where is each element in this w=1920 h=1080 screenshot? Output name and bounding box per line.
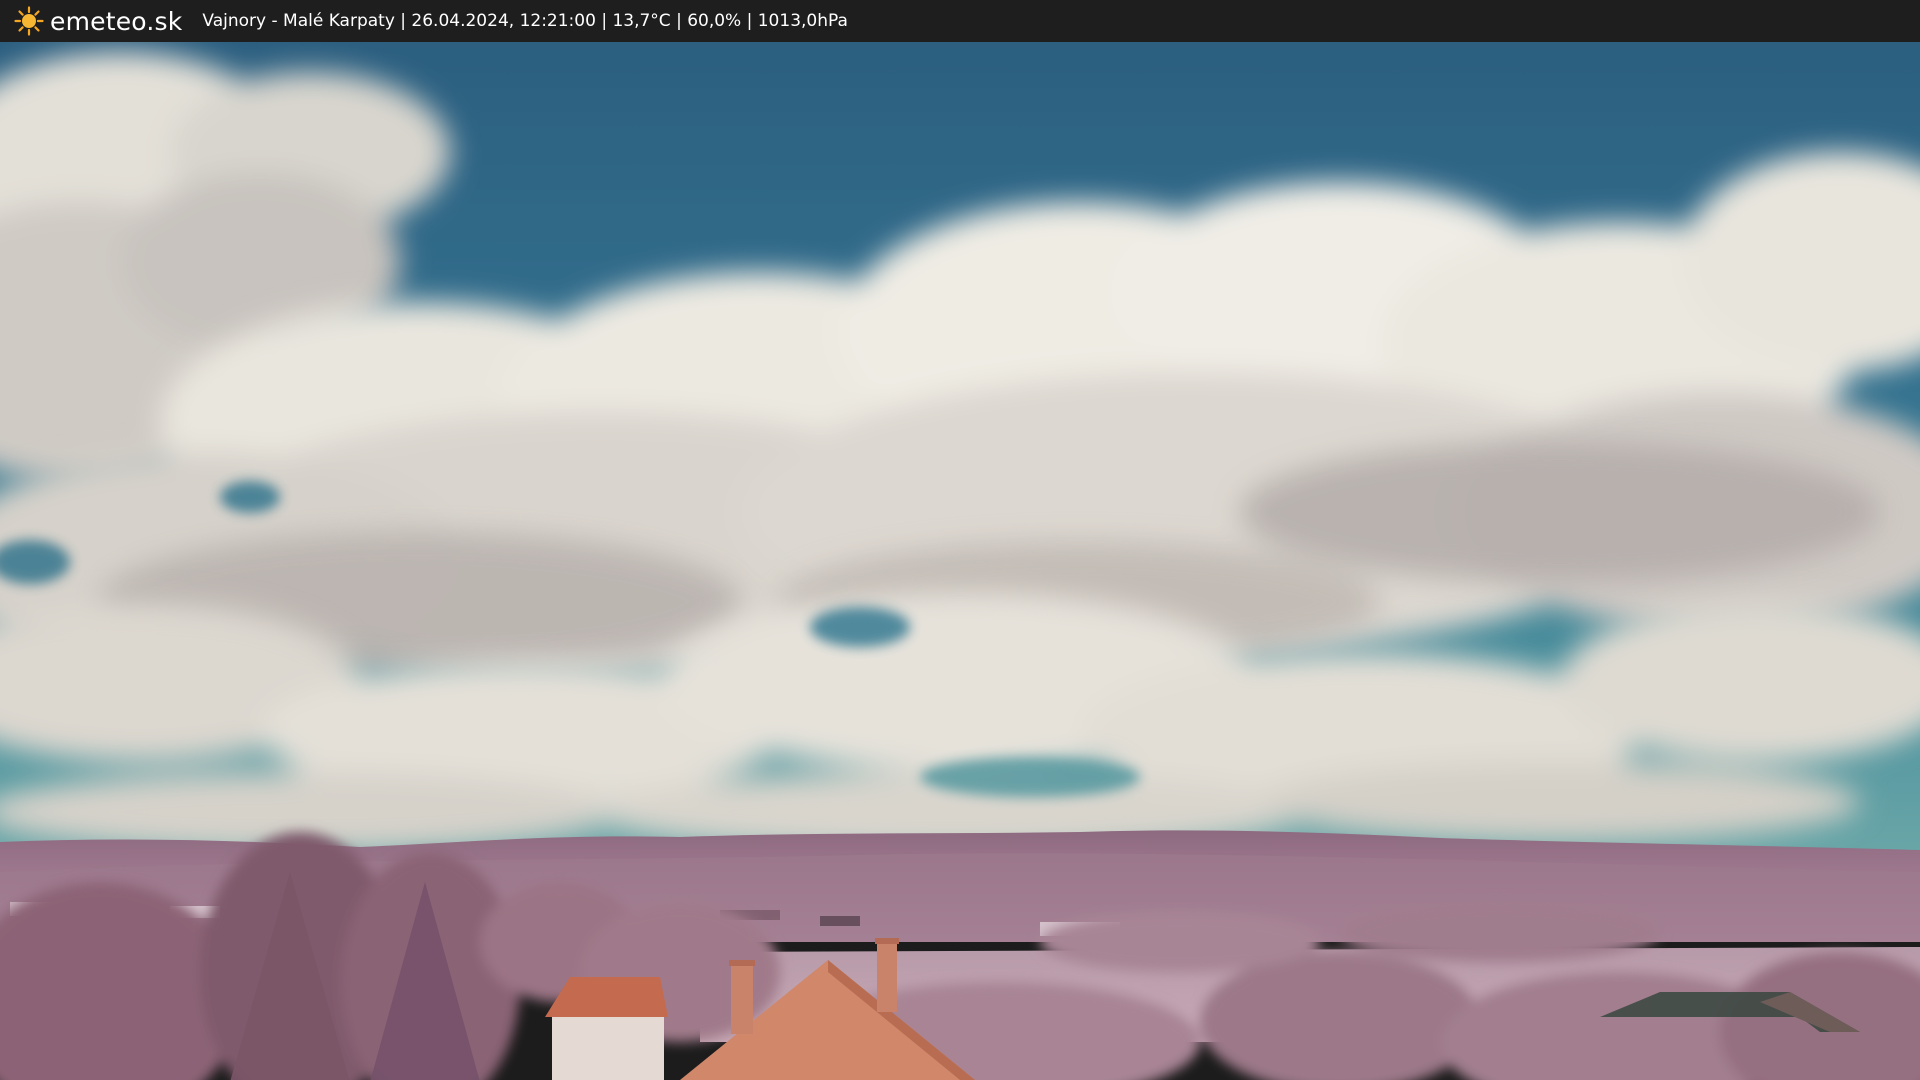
cloud-lower	[0, 592, 1920, 852]
webcam-image	[0, 42, 1920, 1080]
brand-name: emeteo.sk	[50, 6, 183, 36]
house-left	[545, 977, 668, 1080]
station-readout: Vajnory - Malé Karpaty | 26.04.2024, 12:…	[202, 11, 848, 31]
sun-icon	[14, 6, 44, 36]
brand-logo[interactable]: emeteo.sk	[14, 6, 182, 36]
top-info-bar: emeteo.sk Vajnory - Malé Karpaty | 26.04…	[0, 0, 1920, 42]
webcam-frame: emeteo.sk Vajnory - Malé Karpaty | 26.04…	[0, 0, 1920, 1080]
